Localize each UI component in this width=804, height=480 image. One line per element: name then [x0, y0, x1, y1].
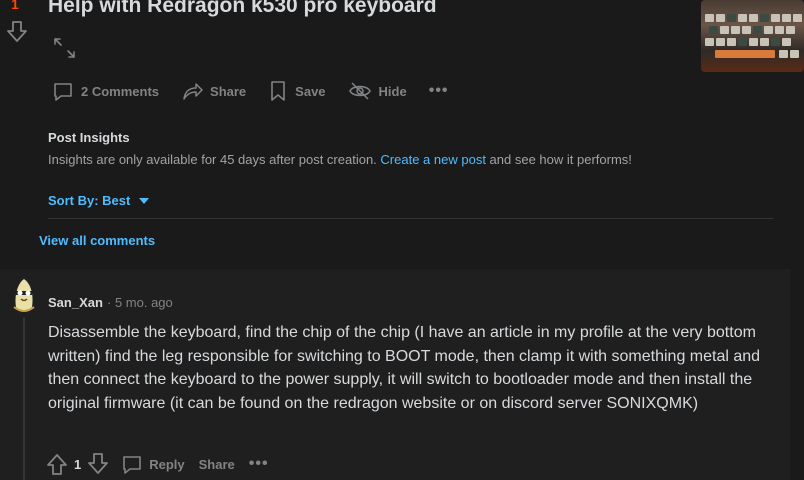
expand-icon[interactable]	[52, 36, 78, 60]
insights-text: Insights are only available for 45 days …	[48, 152, 632, 167]
thread-line[interactable]	[23, 318, 25, 480]
caret-down-icon	[139, 197, 150, 204]
save-button[interactable]: Save	[268, 80, 326, 102]
more-icon: •••	[428, 82, 449, 99]
post-actions: 2 Comments Share Save Hide •••	[52, 78, 471, 104]
insights-text-after: and see how it performs!	[485, 152, 632, 167]
comments-button[interactable]: 2 Comments	[52, 80, 159, 102]
divider	[48, 218, 773, 219]
upvote-icon[interactable]	[46, 452, 68, 476]
create-post-link[interactable]: Create a new post	[380, 152, 486, 167]
hide-label: Hide	[378, 83, 407, 99]
reply-icon	[123, 456, 142, 474]
comment-timestamp[interactable]: · 5 mo. ago	[107, 295, 173, 310]
insights-text-before: Insights are only available for 45 days …	[48, 152, 381, 167]
share-icon	[183, 83, 203, 100]
downvote-icon[interactable]	[87, 452, 109, 476]
insights-title: Post Insights	[48, 130, 130, 145]
comment-icon	[54, 83, 72, 101]
comments-label: 2 Comments	[81, 83, 160, 99]
share-label: Share	[210, 83, 247, 99]
hide-button[interactable]: Hide	[348, 80, 407, 102]
reply-label: Reply	[149, 456, 185, 472]
save-label: Save	[295, 83, 326, 99]
post-title[interactable]: Help with Redragon k530 pro keyboard	[48, 0, 437, 18]
reply-button[interactable]: Reply	[121, 453, 185, 475]
comment-body: Disassemble the keyboard, find the chip …	[48, 324, 761, 412]
post-vote-count: 1	[11, 0, 19, 12]
hide-icon	[348, 82, 371, 100]
more-options-button[interactable]: •••	[429, 82, 449, 100]
comment-score: 1	[74, 456, 82, 472]
downvote-icon[interactable]	[6, 20, 28, 44]
save-icon	[271, 81, 285, 101]
post-thumbnail[interactable]	[701, 0, 804, 72]
comment-more-button[interactable]: •••	[249, 455, 269, 473]
comment-share-button[interactable]: Share	[199, 457, 235, 472]
sort-label: Sort By: Best	[48, 193, 131, 208]
share-button[interactable]: Share	[181, 80, 246, 102]
comment-actions: 1 Reply Share •••	[46, 452, 269, 476]
sort-dropdown[interactable]: Sort By: Best	[48, 193, 150, 208]
avatar[interactable]	[8, 277, 40, 315]
comment-author[interactable]: San_Xan	[48, 295, 103, 310]
view-all-comments-link[interactable]: View all comments	[39, 233, 155, 248]
